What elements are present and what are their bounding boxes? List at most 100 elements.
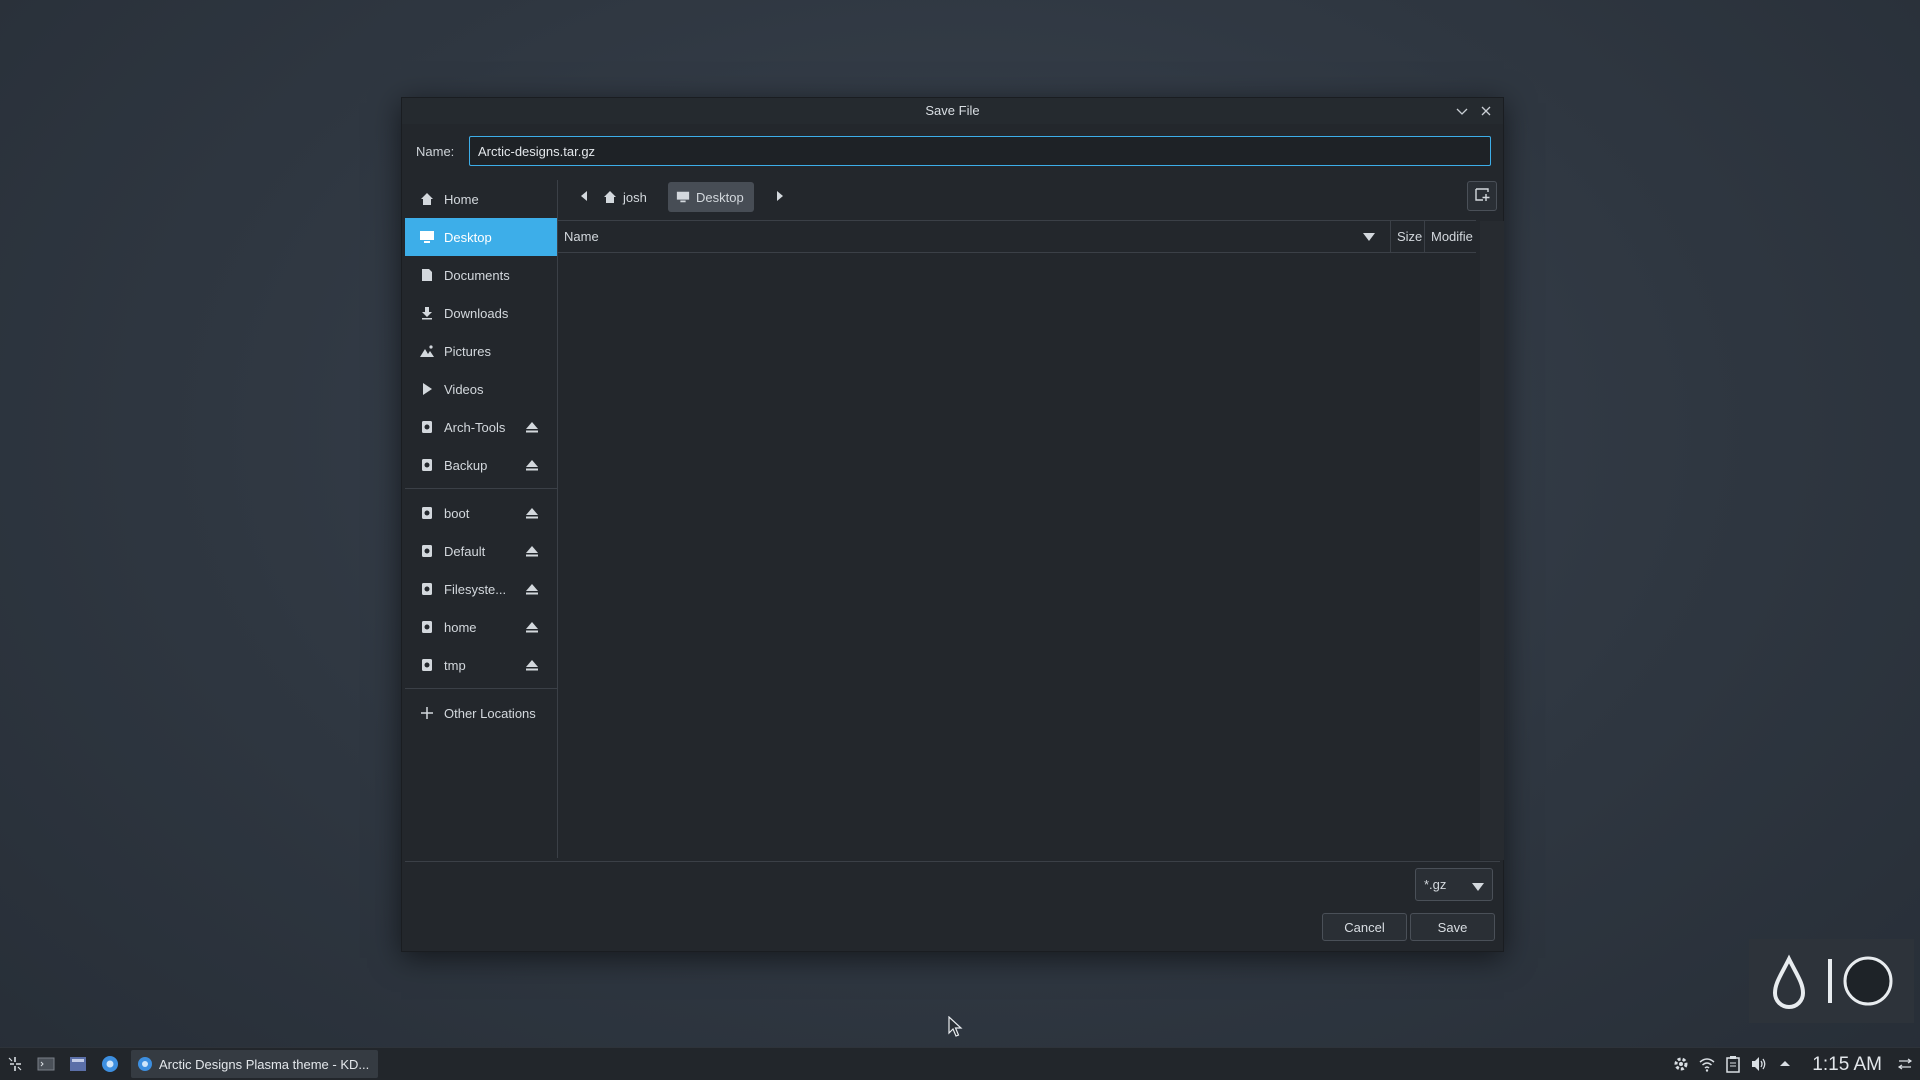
bottom-separator: [405, 861, 1500, 862]
breadcrumb-label: josh: [623, 189, 647, 205]
sidebar-item-documents[interactable]: Documents: [405, 256, 557, 294]
sidebar-item-filesystem[interactable]: Filesyste...: [405, 570, 557, 608]
drive-icon: [419, 457, 435, 473]
path-forward-arrow-icon[interactable]: [773, 189, 787, 203]
sidebar-item-desktop[interactable]: Desktop: [405, 218, 557, 256]
sidebar-item-backup[interactable]: Backup: [405, 446, 557, 484]
home-icon: [419, 191, 435, 207]
sidebar-item-boot[interactable]: boot: [405, 494, 557, 532]
file-list-header: Name Size Modifie: [558, 221, 1476, 253]
sidebar-item-label: Videos: [444, 381, 484, 397]
sidebar-item-label: Pictures: [444, 343, 491, 359]
home-icon: [603, 190, 617, 204]
sidebar-item-label: Home: [444, 191, 479, 207]
sidebar-item-videos[interactable]: Videos: [405, 370, 557, 408]
browser-icon[interactable]: [101, 1055, 119, 1073]
drive-icon: [419, 505, 435, 521]
chevron-up-icon[interactable]: [1776, 1055, 1794, 1073]
sidebar-item-label: tmp: [444, 657, 466, 673]
sidebar-item-other-locations[interactable]: Other Locations: [405, 694, 557, 732]
drop-circle-logo-icon: [1772, 954, 1893, 1009]
breadcrumb-desktop[interactable]: Desktop: [668, 182, 754, 212]
eject-icon[interactable]: [525, 658, 539, 672]
wifi-icon[interactable]: [1698, 1055, 1716, 1073]
file-name-input[interactable]: [469, 136, 1491, 166]
filter-selected: *.gz: [1424, 877, 1447, 892]
taskbar-task-browser[interactable]: Arctic Designs Plasma theme - KD...: [131, 1050, 378, 1078]
new-folder-icon: [1474, 186, 1490, 207]
sidebar-item-label: Other Locations: [444, 705, 536, 721]
sidebar-item-label: Backup: [444, 457, 488, 473]
sort-down-icon[interactable]: [1362, 221, 1376, 252]
desktop-logo-widget: [1749, 939, 1914, 1023]
file-manager-icon[interactable]: [69, 1055, 87, 1073]
eject-icon[interactable]: [525, 544, 539, 558]
places-sidebar: Home Desktop Documents Downloads Picture…: [405, 180, 558, 858]
name-label: Name:: [416, 144, 455, 159]
dialog-titlebar[interactable]: Save File: [402, 98, 1503, 124]
plus-icon: [419, 705, 435, 721]
drive-icon: [419, 657, 435, 673]
eject-icon[interactable]: [525, 506, 539, 520]
save-button[interactable]: Save: [1410, 913, 1495, 941]
save-file-dialog: Save File Name: Home Desktop: [401, 97, 1504, 952]
sidebar-item-arch-tools[interactable]: Arch-Tools: [405, 408, 557, 446]
desktop-icon: [676, 190, 690, 204]
eject-icon[interactable]: [525, 620, 539, 634]
volume-icon[interactable]: [1750, 1055, 1768, 1073]
document-icon: [419, 267, 435, 283]
sidebar-item-downloads[interactable]: Downloads: [405, 294, 557, 332]
task-title: Arctic Designs Plasma theme - KD...: [159, 1056, 370, 1072]
terminal-icon[interactable]: [37, 1055, 55, 1073]
clock[interactable]: 1:15 AM: [1812, 1054, 1882, 1076]
download-icon: [419, 305, 435, 321]
file-type-filter[interactable]: *.gz: [1415, 868, 1493, 901]
breadcrumb-josh[interactable]: josh: [595, 182, 657, 212]
sidebar-item-tmp[interactable]: tmp: [405, 646, 557, 684]
drive-icon: [419, 543, 435, 559]
eject-icon[interactable]: [525, 582, 539, 596]
sidebar-item-default[interactable]: Default: [405, 532, 557, 570]
sidebar-item-label: Downloads: [444, 305, 509, 321]
breadcrumb-label: Desktop: [696, 189, 744, 205]
sidebar-item-label: boot: [444, 505, 470, 521]
minimize-chevron-icon[interactable]: [1453, 102, 1471, 120]
sidebar-item-label: Filesyste...: [444, 581, 507, 597]
name-row: Name:: [414, 136, 1491, 166]
new-folder-button[interactable]: [1467, 181, 1497, 211]
scrollbar[interactable]: [1480, 221, 1504, 860]
clipboard-icon[interactable]: [1724, 1055, 1742, 1073]
sidebar-item-home[interactable]: Home: [405, 180, 557, 218]
close-icon[interactable]: [1477, 102, 1495, 120]
path-bar: josh Desktop: [565, 180, 1497, 214]
sidebar-item-label: Desktop: [444, 229, 492, 245]
eject-icon[interactable]: [525, 420, 539, 434]
cancel-button[interactable]: Cancel: [1322, 913, 1407, 941]
drive-icon: [419, 419, 435, 435]
desktop-icon: [419, 229, 435, 245]
panel-options-icon[interactable]: [1896, 1055, 1914, 1073]
sidebar-item-label: home: [444, 619, 477, 635]
path-back-arrow-icon[interactable]: [577, 189, 591, 203]
file-list[interactable]: Name Size Modifie: [558, 220, 1504, 860]
sidebar-separator: [405, 488, 557, 489]
sidebar-item-label: Documents: [444, 267, 510, 283]
column-modified[interactable]: Modifie: [1424, 221, 1483, 252]
eject-icon[interactable]: [525, 458, 539, 472]
sidebar-item-home-volume[interactable]: home: [405, 608, 557, 646]
drive-icon: [419, 581, 435, 597]
application-launcher-icon[interactable]: [6, 1055, 24, 1073]
column-name[interactable]: Name: [564, 221, 1378, 252]
browser-icon: [137, 1056, 153, 1072]
settings-gear-icon[interactable]: [1672, 1055, 1690, 1073]
mouse-pointer-icon: [948, 1015, 964, 1038]
sidebar-separator: [405, 688, 557, 689]
dialog-title: Save File: [925, 103, 980, 118]
dropdown-arrow-icon: [1472, 880, 1484, 891]
pictures-icon: [419, 343, 435, 359]
drive-icon: [419, 619, 435, 635]
sidebar-item-pictures[interactable]: Pictures: [405, 332, 557, 370]
sidebar-item-label: Default: [444, 543, 486, 559]
sidebar-item-label: Arch-Tools: [444, 419, 506, 435]
video-icon: [419, 381, 435, 397]
